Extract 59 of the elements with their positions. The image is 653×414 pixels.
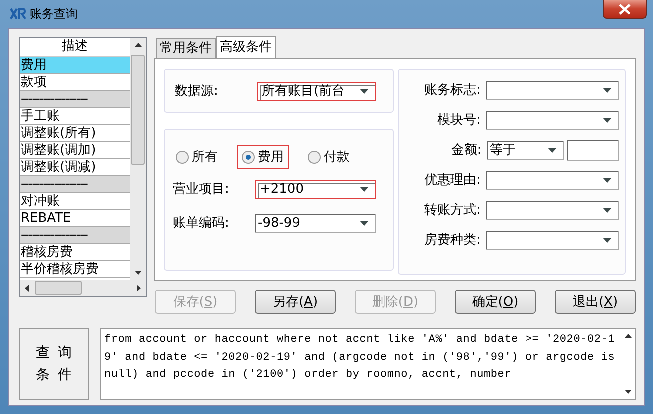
tab[interactable]: 高级条件 xyxy=(216,36,276,58)
caret-icon xyxy=(360,88,369,94)
radio-button[interactable] xyxy=(242,150,255,164)
separator-item[interactable]: ------------------ xyxy=(20,227,130,244)
scroll-left-icon[interactable] xyxy=(24,284,31,292)
caret-icon xyxy=(603,118,612,122)
dropdown-field[interactable]: +2100 xyxy=(255,180,376,198)
caret-icon xyxy=(360,186,369,192)
field-label: 优惠理由: xyxy=(424,172,482,189)
scroll-down-icon[interactable] xyxy=(624,388,632,395)
scroll-right-icon[interactable] xyxy=(135,284,142,292)
scroll-thumb[interactable] xyxy=(35,281,82,295)
close-icon xyxy=(619,4,631,14)
close-button[interactable] xyxy=(603,0,647,19)
button[interactable]: 确定(O) xyxy=(455,290,536,314)
button[interactable]: 另存(A) xyxy=(255,290,336,314)
caret-icon xyxy=(603,178,612,182)
dropdown-field[interactable]: 所有账目(前台 xyxy=(257,82,376,100)
field-label: 营业项目: xyxy=(173,181,230,198)
radio-button[interactable] xyxy=(176,150,189,164)
scroll-up-icon[interactable] xyxy=(134,42,142,49)
caret-icon xyxy=(603,208,612,212)
dropdown-field[interactable]: -98-99 xyxy=(255,214,376,232)
query-text-area[interactable] xyxy=(100,328,636,400)
dropdown-field[interactable] xyxy=(486,230,619,250)
caret-icon xyxy=(548,148,557,152)
dropdown-field[interactable]: 等于 xyxy=(486,140,564,160)
list-item[interactable]: 费用 xyxy=(20,57,130,74)
window-title: 账务查询 xyxy=(30,6,78,22)
scroll-thumb[interactable] xyxy=(131,55,145,165)
caret-icon xyxy=(603,88,612,92)
separator-item[interactable]: ------------------ xyxy=(20,176,130,193)
separator-item[interactable]: ------------------ xyxy=(20,91,130,108)
field-label: 数据源: xyxy=(175,83,220,100)
dropdown-field[interactable] xyxy=(486,200,619,220)
field-label: 金额: xyxy=(450,142,482,159)
scroll-up-icon[interactable] xyxy=(624,333,632,340)
radio-label[interactable]: 付款 xyxy=(324,148,350,166)
scroll-down-icon[interactable] xyxy=(134,269,142,276)
caret-icon xyxy=(603,238,612,242)
input-field[interactable] xyxy=(566,140,619,160)
radio-label[interactable]: 所有 xyxy=(192,148,218,166)
field-label: 房费种类: xyxy=(424,232,482,249)
query-text: from account or haccount where not accnt like 'A%' and bdate >= '2020-02-19' and bdate <= '2020-02-19' and (argcode not in ('98','99') or argcode is null) and pccode in ('2100') order by roomno, accnt, number xyxy=(103,333,616,383)
radio-button[interactable] xyxy=(308,150,321,164)
field-label: 模块号: xyxy=(436,112,482,129)
dropdown-field[interactable] xyxy=(486,110,619,130)
query-label: 查询条件 xyxy=(35,344,82,385)
app-logo-icon xyxy=(10,8,26,20)
dropdown-field[interactable] xyxy=(486,80,619,100)
field-label: 账单编码: xyxy=(173,215,230,232)
vertical-scrollbar[interactable] xyxy=(130,38,146,280)
horizontal-scrollbar[interactable] xyxy=(20,280,146,296)
caret-icon xyxy=(360,220,369,226)
field-label: 账务标志: xyxy=(424,82,482,99)
tab[interactable]: 常用条件 xyxy=(156,38,216,58)
button[interactable]: 退出(X) xyxy=(555,290,636,314)
field-label: 转账方式: xyxy=(424,202,482,219)
dropdown-field[interactable] xyxy=(486,170,619,190)
